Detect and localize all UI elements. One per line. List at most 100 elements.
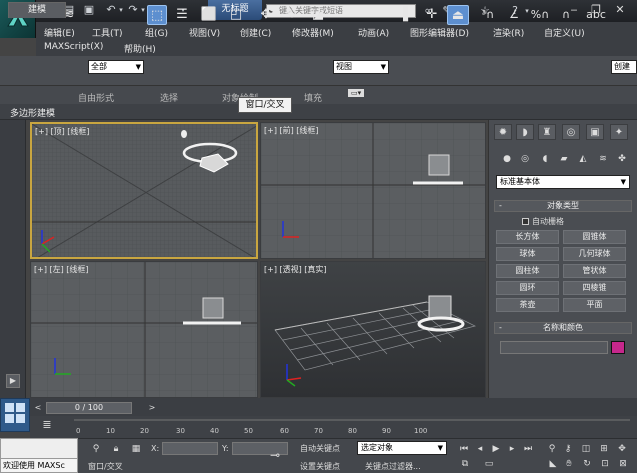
menu-views[interactable]: 视图(V) [189,26,220,39]
go-to-end-icon[interactable]: ⏭ [522,443,534,455]
pivot-center-icon[interactable]: ▐ [393,5,413,25]
viewport-top-label[interactable]: [+] [顶] [线框] [35,126,90,137]
motion-tab-icon[interactable]: ◎ [562,124,580,140]
box-button[interactable]: 长方体 [496,230,559,244]
space-warps-icon[interactable]: ≋ [596,152,610,166]
hierarchy-tab-icon[interactable]: ♜ [538,124,556,140]
save-file-icon[interactable]: ▣ [82,3,96,17]
autokey-button[interactable]: 自动关键点 [300,443,340,454]
zoom-extents-all-icon[interactable]: ⊞ [598,443,610,455]
menu-animation[interactable]: 动画(A) [358,26,389,39]
tab-populate[interactable]: 填充 [304,91,322,104]
reference-coordinate-dropdown[interactable]: 视图 ▼ [333,60,389,74]
key-filters-button[interactable]: 关键点过滤器... [365,461,421,472]
viewport-front-label[interactable]: [+] [前] [线框] [264,125,319,136]
menu-edit[interactable]: 编辑(E) [44,26,75,39]
cameras-icon[interactable]: ▰ [557,152,571,166]
track-bar[interactable] [30,416,637,438]
percent-snap-icon[interactable]: %∩ [530,5,550,25]
key-mode-icon[interactable]: ⧉ [458,458,472,471]
systems-icon[interactable]: ✤ [615,152,629,166]
object-name-input[interactable] [500,341,608,354]
ribbon-options-icon[interactable]: ▭▾ [348,89,365,97]
lights-icon[interactable]: ◖ [538,152,552,166]
menu-tools[interactable]: 工具(T) [92,26,123,39]
geosphere-button[interactable]: 几何球体 [563,247,626,261]
x-coordinate-input[interactable] [162,442,218,455]
snaps-toggle-icon[interactable]: ³∩ [478,5,498,25]
select-manipulate-icon[interactable]: ✛ [422,5,442,25]
pyramid-button[interactable]: 四棱锥 [563,281,626,295]
pan-icon[interactable]: ✥ [616,443,628,455]
named-selection-dropdown[interactable]: 创建 [611,60,637,74]
next-frame-icon[interactable]: ▸ [506,443,518,455]
zoom-all-icon[interactable]: ⚷ [562,443,574,455]
menu-help[interactable]: 帮助(H) [124,42,156,55]
select-object-icon[interactable]: ⬚ [147,5,167,25]
helpers-icon[interactable]: ◭ [576,152,590,166]
menu-maxscript[interactable]: MAXScript(X) [44,42,103,52]
orbit-icon[interactable]: ↻ [580,458,594,471]
category-dropdown[interactable]: 标准基本体 ▼ [496,175,630,189]
viewport-perspective[interactable]: [+] [透视] [真实] [260,261,486,398]
window-crossing-icon[interactable]: ◰ [225,5,247,25]
selection-set-dropdown[interactable]: 选定对象 ▼ [357,441,447,455]
plane-button[interactable]: 平面 [563,298,626,312]
maxscript-input[interactable]: 欢迎使用 MAXSc [0,458,78,473]
select-by-name-icon[interactable]: ☰ [172,5,192,25]
menu-graph-editors[interactable]: 图形编辑器(D) [410,26,469,39]
viewport-front[interactable]: [+] [前] [线框] [260,122,486,259]
viewport-layout-icon[interactable] [0,398,30,432]
keyboard-shortcut-override-icon[interactable]: ⏏ [447,5,469,25]
autogrid-checkbox[interactable]: 自动栅格 [522,216,564,227]
cone-button[interactable]: 圆锥体 [563,230,626,244]
menu-create[interactable]: 创建(C) [240,26,271,39]
go-to-start-icon[interactable]: ⏮ [458,443,470,455]
viewport-left-label[interactable]: [+] [左] [线框] [34,264,89,275]
viewport-perspective-label[interactable]: [+] [透视] [真实] [264,264,327,275]
modify-tab-icon[interactable]: ◗ [516,124,534,140]
viewport-top[interactable]: [+] [顶] [线框] [30,122,258,259]
previous-frame-icon[interactable]: ◂ [474,443,486,455]
tab-modeling[interactable]: 建模 [8,2,66,18]
viewport-left[interactable]: [+] [左] [线框] [30,261,258,398]
time-next-icon[interactable]: > [146,402,158,414]
torus-button[interactable]: 圆环 [496,281,559,295]
frame-number-icon[interactable]: ▭ [482,458,496,471]
menu-rendering[interactable]: 渲染(R) [493,26,524,39]
menu-group[interactable]: 组(G) [145,26,168,39]
status-pin-icon[interactable]: ⚲ [90,443,102,455]
spinner-snap-icon[interactable]: ∩ [556,5,576,25]
menu-modifiers[interactable]: 修改器(M) [292,26,334,39]
hand-pan-icon[interactable]: ✋︎ [562,458,576,471]
display-tab-icon[interactable]: ▣ [586,124,604,140]
selection-filter-dropdown[interactable]: 全部 ▼ [88,60,144,74]
create-tab-icon[interactable]: ✹ [494,124,512,140]
tab-freeform[interactable]: 自由形式 [78,91,114,104]
expand-panel-icon[interactable]: ▶ [6,374,20,388]
scale-icon[interactable]: ◪ [308,5,328,25]
geometry-icon[interactable]: ● [500,152,514,166]
lock-icon[interactable]: 🔒︎ [110,443,122,455]
move-icon[interactable]: ✥ [256,5,276,25]
name-color-rollout[interactable]: - 名称和颜色 [494,322,632,334]
polygon-modeling-label[interactable]: 多边形建模 [10,106,55,119]
angle-snap-icon[interactable]: ∠ [504,5,524,25]
time-slider[interactable]: 0 / 100 [46,402,132,414]
zoom-extents-icon[interactable]: ◫ [580,443,592,455]
cylinder-button[interactable]: 圆柱体 [496,264,559,278]
zoom-icon[interactable]: ⚲ [546,443,558,455]
utilities-tab-icon[interactable]: ✦ [610,124,628,140]
edit-named-selection-icon[interactable]: abc [586,5,606,25]
walk-icon[interactable]: ⊠ [616,458,630,471]
play-icon[interactable]: ▶ [490,443,502,455]
maximize-viewport-icon[interactable]: ⊡ [598,458,612,471]
field-of-view-icon[interactable]: ◣ [546,458,560,471]
close-icon[interactable]: ✕ [612,3,628,18]
object-color-swatch[interactable] [611,341,625,354]
setkey-button[interactable]: 设置关键点 [300,461,340,472]
mini-curve-editor-icon[interactable]: ≣ [36,418,58,434]
tube-button[interactable]: 管状体 [563,264,626,278]
rectangular-selection-icon[interactable]: ⬜ [198,5,220,25]
tab-selection[interactable]: 选择 [160,91,178,104]
